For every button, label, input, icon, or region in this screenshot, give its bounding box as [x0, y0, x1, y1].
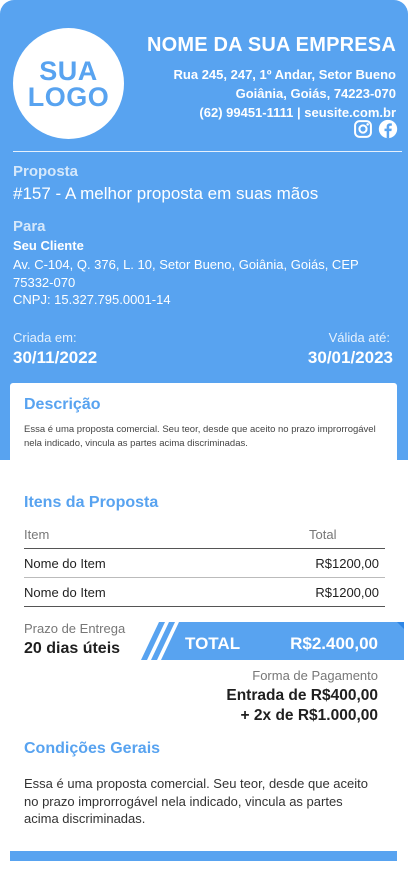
proposal-title: #157 - A melhor proposta em suas mãos	[13, 184, 319, 203]
delivery-value: 20 dias úteis	[24, 640, 121, 657]
conditions-text: Essa é uma proposta comercial. Seu teor,…	[24, 776, 368, 826]
delivery-label: Prazo de Entrega	[24, 621, 126, 636]
description-text: Essa é uma proposta comercial. Seu teor,…	[24, 424, 376, 449]
client-label: Para	[13, 218, 46, 235]
payment-label: Forma de Pagamento	[252, 668, 378, 683]
created-label: Criada em:	[13, 330, 77, 345]
header-divider	[13, 151, 402, 152]
table-row: Nome do Item R$1200,00	[24, 549, 385, 578]
table-row: Nome do Item R$1200,00	[24, 578, 385, 607]
description-card: Descrição Essa é uma proposta comercial.…	[10, 383, 397, 463]
company-info: NOME DA SUA EMPRESA Rua 245, 247, 1º And…	[147, 34, 396, 122]
company-address-line2: Goiânia, Goiás, 74223-070	[235, 86, 396, 101]
payment-block: Forma de Pagamento Entrada de R$400,00 +…	[226, 668, 378, 726]
row-item: Nome do Item	[24, 584, 106, 600]
client-address-text: Av. C-104, Q. 376, L. 10, Setor Bueno, G…	[13, 257, 359, 290]
logo-line1: SUA	[39, 55, 98, 86]
items-title: Itens da Proposta	[24, 494, 159, 511]
header-item: Item	[24, 526, 50, 542]
instagram-icon[interactable]	[353, 119, 373, 139]
payment-line2: + 2x de R$1.000,00	[240, 707, 378, 724]
row-total: R$1200,00	[315, 584, 379, 600]
proposal-label: Proposta	[13, 163, 79, 180]
row-total: R$1200,00	[315, 555, 379, 571]
conditions-title: Condições Gerais	[24, 740, 161, 757]
company-logo: SUA LOGO	[13, 28, 124, 139]
description-title: Descrição	[24, 396, 101, 413]
logo-line2: LOGO	[27, 81, 110, 112]
client-cnpj: CNPJ: 15.327.795.0001-14	[13, 292, 171, 307]
facebook-icon[interactable]	[378, 119, 398, 139]
social-links	[353, 119, 398, 139]
total-label: TOTAL	[185, 634, 241, 653]
company-name: NOME DA SUA EMPRESA	[146, 34, 396, 56]
payment-line1: Entrada de R$400,00	[226, 687, 378, 704]
valid-date: 30/01/2023	[307, 348, 393, 367]
created-date: 30/11/2022	[13, 348, 98, 367]
valid-label: Válida até:	[328, 330, 390, 345]
client-address: Av. C-104, Q. 376, L. 10, Setor Bueno, G…	[13, 256, 363, 309]
total-value: R$2.400,00	[290, 634, 378, 653]
footer-bar	[10, 851, 397, 861]
company-address-line1: Rua 245, 247, 1º Andar, Setor Bueno	[173, 67, 396, 82]
items-table: Item Total Nome do Item R$1200,00 Nome d…	[24, 520, 385, 607]
header-total: Total	[309, 526, 337, 542]
items-header-row: Item Total	[24, 520, 385, 549]
client-name: Seu Cliente	[13, 238, 84, 253]
row-item: Nome do Item	[24, 555, 106, 571]
